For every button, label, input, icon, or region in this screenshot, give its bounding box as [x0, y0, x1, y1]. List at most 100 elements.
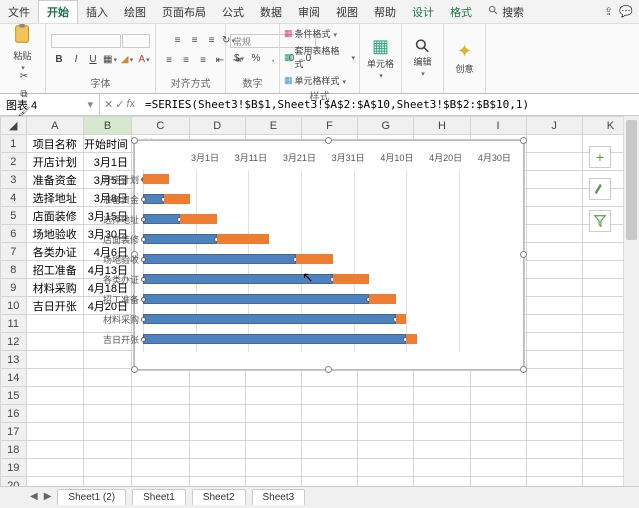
cell[interactable] — [26, 333, 84, 351]
cut-icon[interactable]: ✂ — [16, 68, 32, 84]
col-header-a[interactable]: A — [26, 117, 84, 135]
chart-bar-series-0[interactable] — [143, 214, 180, 224]
border-button[interactable]: ▦ — [102, 52, 118, 68]
menu-design[interactable]: 设计 — [404, 1, 442, 23]
formula-input[interactable]: =SERIES(Sheet3!$B$1,Sheet3!$A$2:$A$10,Sh… — [139, 96, 639, 113]
chart-bar-series-1[interactable] — [396, 314, 407, 324]
cell[interactable] — [26, 351, 84, 369]
menu-view[interactable]: 视图 — [328, 1, 366, 23]
chart-bar-series-1[interactable] — [406, 334, 417, 344]
menu-home[interactable]: 开始 — [38, 0, 78, 23]
cell[interactable] — [26, 369, 84, 387]
fill-color-button[interactable]: ◢ — [119, 52, 135, 68]
cell[interactable]: 材料采购 — [26, 279, 84, 297]
cell[interactable]: 店面装修 — [26, 207, 84, 225]
align-bot-icon[interactable]: ≡ — [204, 33, 220, 49]
creative-button[interactable]: ✦创意 — [450, 38, 480, 78]
cells-button[interactable]: ▦单元格 — [366, 38, 396, 78]
cell[interactable]: 各类办证 — [26, 243, 84, 261]
row-header[interactable]: 19 — [1, 459, 27, 477]
chart-elements-button[interactable]: + — [589, 146, 611, 168]
row-header[interactable]: 14 — [1, 369, 27, 387]
font-color-button[interactable]: A — [136, 52, 152, 68]
chart-bar-series-0[interactable] — [143, 194, 164, 204]
row-header[interactable]: 16 — [1, 405, 27, 423]
paste-button[interactable]: 粘贴 — [8, 26, 38, 66]
percent-icon[interactable]: % — [248, 51, 264, 67]
enter-icon[interactable]: ✓ — [115, 98, 124, 111]
col-header-d[interactable]: D — [189, 117, 245, 135]
row-header[interactable]: 13 — [1, 351, 27, 369]
align-center-icon[interactable]: ≡ — [178, 53, 194, 69]
sheet-tab[interactable]: Sheet3 — [252, 489, 306, 505]
currency-icon[interactable]: $ — [231, 51, 247, 67]
row-header[interactable]: 7 — [1, 243, 27, 261]
menu-formulas[interactable]: 公式 — [214, 1, 252, 23]
cell[interactable] — [84, 441, 132, 459]
col-header-e[interactable]: E — [245, 117, 301, 135]
cell[interactable] — [84, 405, 132, 423]
tab-nav-next[interactable]: ▶ — [44, 491, 52, 502]
row-header[interactable]: 6 — [1, 225, 27, 243]
sheet-tab[interactable]: Sheet2 — [192, 489, 246, 505]
comments-icon[interactable]: 💬 — [619, 5, 633, 18]
chart-bar-series-0[interactable] — [143, 294, 369, 304]
chart-bar-series-1[interactable] — [180, 214, 217, 224]
cond-format-button[interactable]: ▦条件格式 — [284, 26, 337, 41]
cell[interactable]: 3月1日 — [84, 153, 132, 171]
cell[interactable] — [26, 423, 84, 441]
tab-nav-prev[interactable]: ◀ — [30, 491, 38, 502]
menu-insert[interactable]: 插入 — [78, 1, 116, 23]
cell[interactable] — [26, 441, 84, 459]
cell[interactable] — [26, 405, 84, 423]
chart-bar-series-0[interactable] — [143, 254, 296, 264]
align-top-icon[interactable]: ≡ — [170, 33, 186, 49]
chart-bar-series-1[interactable] — [333, 274, 370, 284]
sheet-tabs[interactable]: ◀ ▶ Sheet1 (2) Sheet1 Sheet2 Sheet3 — [0, 486, 639, 506]
cell[interactable] — [132, 459, 190, 477]
row-header[interactable]: 17 — [1, 423, 27, 441]
cell[interactable] — [84, 423, 132, 441]
menu-data[interactable]: 数据 — [252, 1, 290, 23]
col-header-h[interactable]: H — [414, 117, 470, 135]
menu-file[interactable]: 文件 — [0, 1, 38, 23]
cell[interactable]: 项目名称 — [26, 135, 84, 153]
editing-button[interactable]: 编辑 — [408, 38, 438, 78]
align-mid-icon[interactable]: ≡ — [187, 33, 203, 49]
cell[interactable]: 吉日开张 — [26, 297, 84, 315]
cell[interactable]: 招工准备 — [26, 261, 84, 279]
cell[interactable]: 开始时间 — [84, 135, 132, 153]
row-header[interactable]: 9 — [1, 279, 27, 297]
menu-page-layout[interactable]: 页面布局 — [154, 1, 214, 23]
row-header[interactable]: 15 — [1, 387, 27, 405]
row-header[interactable]: 12 — [1, 333, 27, 351]
sheet-tab[interactable]: Sheet1 — [132, 489, 186, 505]
cell[interactable]: 选择地址 — [26, 189, 84, 207]
cell-style-button[interactable]: ▦单元格样式 — [284, 73, 346, 88]
cell[interactable] — [84, 369, 132, 387]
cell[interactable] — [84, 387, 132, 405]
underline-button[interactable]: U — [85, 52, 101, 68]
menu-review[interactable]: 审阅 — [290, 1, 328, 23]
cell[interactable] — [84, 459, 132, 477]
select-all-corner[interactable]: ◢ — [1, 117, 27, 135]
chart-bar-series-0[interactable] — [143, 274, 333, 284]
table-format-button[interactable]: ▦套用表格格式 — [284, 43, 355, 71]
menu-search[interactable]: 搜索 — [480, 1, 532, 23]
row-header[interactable]: 18 — [1, 441, 27, 459]
row-header[interactable]: 4 — [1, 189, 27, 207]
col-header-j[interactable]: J — [526, 117, 582, 135]
fx-icon[interactable]: fx — [126, 98, 135, 111]
row-header[interactable]: 2 — [1, 153, 27, 171]
cancel-icon[interactable]: ✕ — [104, 98, 113, 111]
row-header[interactable]: 8 — [1, 261, 27, 279]
cell[interactable] — [84, 351, 132, 369]
worksheet[interactable]: ◢ A B C D E F G H I J K 1 项目名称 开始时间 计划周期… — [0, 116, 639, 506]
menu-draw[interactable]: 绘图 — [116, 1, 154, 23]
comma-icon[interactable]: , — [265, 51, 281, 67]
menu-help[interactable]: 帮助 — [366, 1, 404, 23]
chart-bar-series-0[interactable] — [143, 334, 406, 344]
chart-bar-series-0[interactable] — [143, 314, 396, 324]
align-right-icon[interactable]: ≡ — [195, 53, 211, 69]
chart-filters-button[interactable] — [589, 210, 611, 232]
